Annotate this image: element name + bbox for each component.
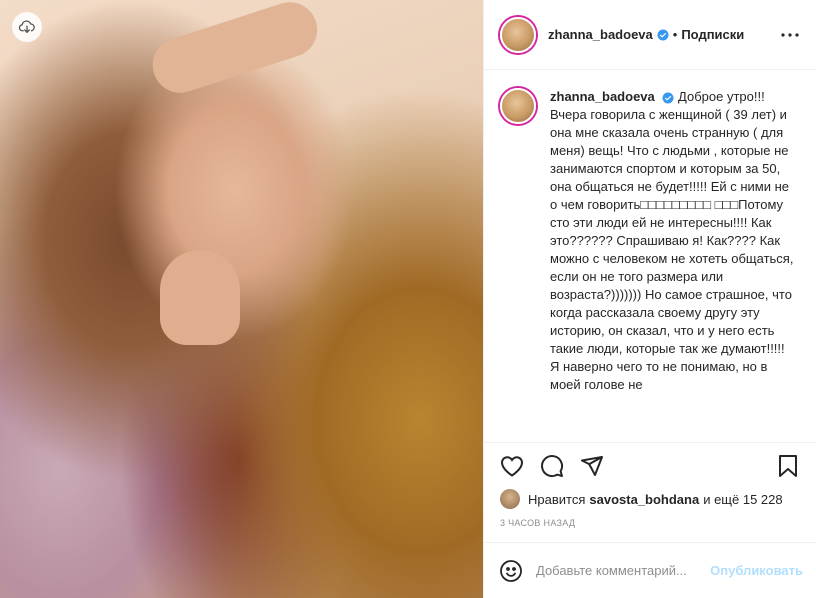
liker-avatar[interactable] — [500, 489, 520, 509]
post-timestamp[interactable]: 3 ЧАСОВ НАЗАД — [484, 510, 816, 540]
post-caption: zhanna_badoeva Доброе утро!!! Вчера гово… — [550, 88, 794, 442]
cloud-download-icon — [18, 20, 35, 33]
likes-prefix: Нравится — [528, 491, 586, 507]
follow-status-button[interactable]: Подписки — [681, 27, 744, 42]
cloud-download-button[interactable] — [12, 12, 42, 42]
post-sidebar: zhanna_badoeva • Подписки zhanna_badoeva… — [483, 0, 816, 598]
more-options-icon[interactable] — [780, 25, 800, 45]
action-bar — [484, 442, 816, 488]
bookmark-icon[interactable] — [774, 453, 802, 479]
verified-badge-icon — [662, 92, 674, 104]
caption-area: zhanna_badoeva Доброе утро!!! Вчера гово… — [484, 70, 816, 442]
photo-hand-shape — [160, 250, 240, 345]
emoji-icon[interactable] — [498, 558, 524, 584]
post-photo — [0, 0, 483, 598]
comment-icon[interactable] — [538, 453, 566, 479]
author-avatar[interactable] — [500, 16, 536, 53]
caption-author-avatar[interactable] — [500, 88, 536, 124]
header-separator: • — [672, 27, 678, 42]
likes-summary: Нравится savosta_bohdana и ещё 15 228 — [484, 488, 816, 510]
verified-badge-icon — [657, 29, 669, 41]
publish-button[interactable]: Опубликовать — [710, 563, 803, 578]
share-icon[interactable] — [578, 453, 606, 479]
post-header: zhanna_badoeva • Подписки — [484, 0, 816, 70]
liker-username[interactable]: savosta_bohdana — [589, 492, 699, 507]
heart-icon[interactable] — [498, 453, 526, 479]
photo-arm-shape — [145, 0, 325, 100]
caption-text: Доброе утро!!! Вчера говорила с женщиной… — [550, 89, 794, 392]
author-username[interactable]: zhanna_badoeva — [548, 27, 653, 42]
likes-count[interactable]: и ещё 15 228 — [703, 492, 782, 507]
caption-username[interactable]: zhanna_badoeva — [550, 89, 655, 104]
comment-box: Опубликовать — [484, 542, 816, 598]
comment-input[interactable] — [536, 563, 706, 578]
